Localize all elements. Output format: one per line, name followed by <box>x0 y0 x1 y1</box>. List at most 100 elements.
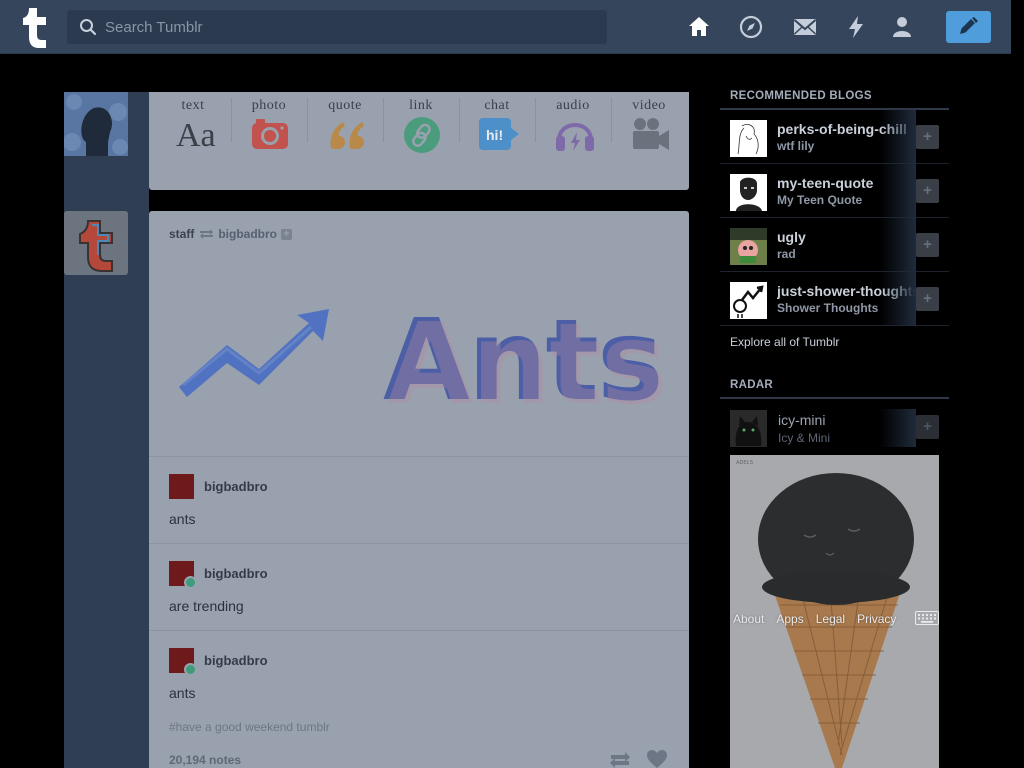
reblog-text: ants <box>169 685 196 701</box>
text-icon: Aa <box>176 117 216 152</box>
account-icon[interactable] <box>889 14 915 40</box>
post-type-text[interactable]: text Aa <box>155 98 231 158</box>
black-cat-avatar-icon <box>730 410 767 447</box>
post-author-link[interactable]: staff <box>169 227 194 241</box>
headphones-icon <box>556 123 594 151</box>
user-silhouette-icon <box>64 92 128 156</box>
blog-avatar[interactable] <box>730 120 767 157</box>
shower-thoughts-avatar-icon <box>730 282 767 319</box>
sidebar-divider <box>720 397 949 399</box>
quote-icon <box>330 122 364 149</box>
chat-icon: hi! <box>479 118 519 150</box>
post-type-video[interactable]: video <box>611 98 687 158</box>
camera-icon <box>252 119 288 149</box>
top-bar <box>0 0 1011 54</box>
name-fade <box>880 110 916 164</box>
radar-blog[interactable]: icy-mini Icy & Mini + <box>720 405 949 451</box>
post-type-label: audio <box>556 98 590 113</box>
search-bar[interactable] <box>67 10 607 44</box>
trending-arrow-icon <box>179 309 329 397</box>
footer-about-link[interactable]: About <box>733 612 764 626</box>
link-icon <box>404 117 440 153</box>
recommended-blogs-title: RECOMMENDED BLOGS <box>730 90 872 102</box>
post-hero-image: Ants Ants <box>179 296 668 430</box>
staff-avatar[interactable] <box>64 211 128 275</box>
blog-avatar[interactable] <box>730 228 767 265</box>
post-type-quote[interactable]: quote <box>307 98 383 158</box>
reblog-icon <box>200 229 214 239</box>
reblog-badge-icon <box>184 576 197 589</box>
search-input[interactable] <box>105 10 595 44</box>
reblogger-avatar[interactable] <box>169 561 197 589</box>
reblog-source-link[interactable]: bigbadbro <box>218 227 277 241</box>
footer-links: About Apps Legal Privacy <box>733 612 896 626</box>
footer-legal-link[interactable]: Legal <box>816 612 845 626</box>
footer-privacy-link[interactable]: Privacy <box>857 612 896 626</box>
compose-button[interactable] <box>946 11 991 43</box>
reblog-action-icon[interactable] <box>609 751 631 768</box>
tumblr-t-icon <box>79 220 113 272</box>
artist-watermark: ᴀᴅᴇʟs <box>736 459 754 466</box>
post-type-label: link <box>409 98 433 113</box>
post-header: staff bigbadbro + <box>169 227 293 241</box>
name-fade <box>880 272 916 326</box>
home-icon[interactable] <box>686 14 712 40</box>
radar-blog-name[interactable]: icy-mini <box>778 412 825 428</box>
tumblr-logo-icon[interactable] <box>15 6 53 48</box>
reblog-entry: bigbadbro ants <box>149 630 689 717</box>
post-composer: text Aa photo quote link chat hi! audio … <box>149 92 689 190</box>
footer-apps-link[interactable]: Apps <box>776 612 803 626</box>
blog-description: Shower Thoughts <box>777 301 879 315</box>
recommended-blog[interactable]: my-teen-quote My Teen Quote + <box>720 164 949 218</box>
inbox-icon[interactable] <box>792 14 818 40</box>
post-type-audio[interactable]: audio <box>535 98 611 158</box>
explore-icon[interactable] <box>738 14 764 40</box>
follow-button[interactable]: + <box>916 125 939 149</box>
blog-avatar[interactable] <box>730 282 767 319</box>
dashboard-post: staff bigbadbro + Ants Ants bigbadbro an… <box>149 211 689 768</box>
reblog-entry: bigbadbro are trending <box>149 543 689 630</box>
recommended-blog[interactable]: just-shower-thoughts Shower Thoughts + <box>720 272 949 326</box>
reblogger-name[interactable]: bigbadbro <box>204 653 268 668</box>
video-camera-icon <box>633 118 669 150</box>
notes-count[interactable]: 20,194 notes <box>169 753 241 767</box>
name-fade <box>880 409 916 447</box>
reblog-badge-icon <box>184 663 197 676</box>
svg-text:hi!: hi! <box>486 127 503 143</box>
reblog-text: are trending <box>169 598 244 614</box>
name-fade <box>880 164 916 218</box>
blog-description: rad <box>777 247 796 261</box>
post-type-chat[interactable]: chat hi! <box>459 98 535 158</box>
reblogger-name[interactable]: bigbadbro <box>204 566 268 581</box>
user-avatar[interactable] <box>64 92 128 156</box>
reblogger-avatar[interactable] <box>169 474 194 499</box>
reblogger-name[interactable]: bigbadbro <box>204 479 268 494</box>
pencil-icon <box>960 17 978 34</box>
follow-button[interactable]: + <box>916 287 939 311</box>
blog-avatar[interactable] <box>730 174 767 211</box>
search-icon <box>80 19 97 36</box>
reblog-entry: bigbadbro ants <box>149 456 689 543</box>
follow-button[interactable]: + <box>916 233 939 257</box>
sketch-avatar-icon <box>737 124 759 155</box>
heart-icon[interactable] <box>646 749 668 768</box>
post-type-link[interactable]: link <box>383 98 459 158</box>
blog-description: wtf lily <box>777 139 815 153</box>
keyboard-icon[interactable] <box>915 611 939 625</box>
post-type-photo[interactable]: photo <box>231 98 307 158</box>
follow-button[interactable]: + <box>916 179 939 203</box>
follow-button[interactable]: + <box>916 415 939 439</box>
recommended-blog[interactable]: perks-of-being-chill wtf lily + <box>720 110 949 164</box>
dashboard-left-strip <box>64 92 149 768</box>
post-type-label: photo <box>251 98 287 113</box>
hero-text-shadow: Ants <box>387 300 666 430</box>
portrait-avatar-icon <box>730 174 767 211</box>
recommended-blog[interactable]: ugly rad + <box>720 218 949 272</box>
reblogger-avatar[interactable] <box>169 648 197 676</box>
explore-all-link[interactable]: Explore all of Tumblr <box>730 335 839 349</box>
svg-text:Aa: Aa <box>176 117 216 152</box>
follow-source-button[interactable]: + <box>281 228 293 240</box>
radar-blog-avatar[interactable] <box>730 410 767 447</box>
post-tag[interactable]: #have a good weekend tumblr <box>169 720 330 734</box>
activity-icon[interactable] <box>843 14 869 40</box>
